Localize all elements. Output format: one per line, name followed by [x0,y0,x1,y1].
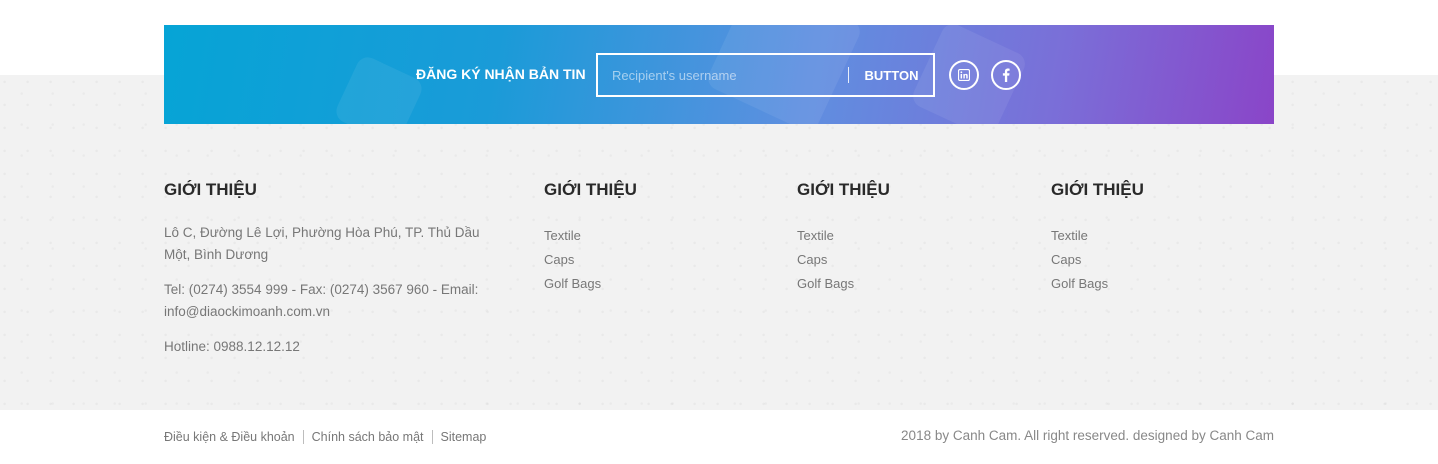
footer-link-textile[interactable]: Textile [544,228,581,243]
footer-link-caps[interactable]: Caps [797,252,827,267]
bottom-bar: Điều kiện & Điều khoản Chính sách bảo mậ… [0,410,1438,464]
footer-link-caps[interactable]: Caps [1051,252,1081,267]
facebook-link[interactable] [991,60,1021,90]
footer-link-list: Textile Caps Golf Bags [1051,224,1144,296]
footer-link-textile[interactable]: Textile [1051,228,1088,243]
footer-link-golf-bags[interactable]: Golf Bags [797,276,854,291]
newsletter-email-input[interactable] [598,55,848,95]
facebook-icon [1002,68,1010,82]
list-item: Golf Bags [1051,272,1144,296]
banner-decoration [332,53,426,124]
footer-column-title: GIỚI THIỆU [1051,180,1144,199]
list-item: Textile [1051,224,1144,248]
divider [431,430,433,444]
footer-address: Lô C, Đường Lê Lợi, Phường Hòa Phú, TP. … [164,225,480,262]
list-item: Golf Bags [544,272,637,296]
divider [302,430,304,444]
terms-link[interactable]: Điều kiện & Điều khoản [164,430,295,444]
list-item: Golf Bags [797,272,890,296]
footer-about-column: GIỚI THIỆU Lô C, Đường Lê Lợi, Phường Hò… [164,180,504,371]
footer-links-column: GIỚI THIỆU Textile Caps Golf Bags [544,180,637,296]
newsletter-submit-button[interactable]: BUTTON [850,55,933,95]
list-item: Textile [544,224,637,248]
legal-links: Điều kiện & Điều khoản Chính sách bảo mậ… [164,430,486,444]
footer-link-list: Textile Caps Golf Bags [544,224,637,296]
footer-links-column: GIỚI THIỆU Textile Caps Golf Bags [1051,180,1144,296]
footer-link-golf-bags[interactable]: Golf Bags [1051,276,1108,291]
newsletter-form: BUTTON [596,53,935,97]
footer-column-title: GIỚI THIỆU [797,180,890,199]
privacy-policy-link[interactable]: Chính sách bảo mật [312,430,424,444]
input-divider [848,67,849,83]
footer-links-column: GIỚI THIỆU Textile Caps Golf Bags [797,180,890,296]
newsletter-banner: ĐĂNG KÝ NHẬN BẢN TIN BUTTON [164,25,1274,124]
footer-column-title: GIỚI THIỆU [544,180,637,199]
copyright-text: 2018 by Canh Cam. All right reserved. de… [901,428,1274,443]
footer-link-textile[interactable]: Textile [797,228,834,243]
footer-link-golf-bags[interactable]: Golf Bags [544,276,601,291]
list-item: Caps [1051,248,1144,272]
newsletter-label: ĐĂNG KÝ NHẬN BẢN TIN [416,66,586,82]
footer-about-title: GIỚI THIỆU [164,180,257,199]
list-item: Textile [797,224,890,248]
linkedin-icon [958,69,970,81]
sitemap-link[interactable]: Sitemap [441,430,487,444]
footer-hotline: Hotline: 0988.12.12.12 [164,339,300,354]
linkedin-link[interactable] [949,60,979,90]
list-item: Caps [544,248,637,272]
footer-link-caps[interactable]: Caps [544,252,574,267]
list-item: Caps [797,248,890,272]
footer-contact: Tel: (0274) 3554 999 - Fax: (0274) 3567 … [164,282,479,319]
footer-link-list: Textile Caps Golf Bags [797,224,890,296]
